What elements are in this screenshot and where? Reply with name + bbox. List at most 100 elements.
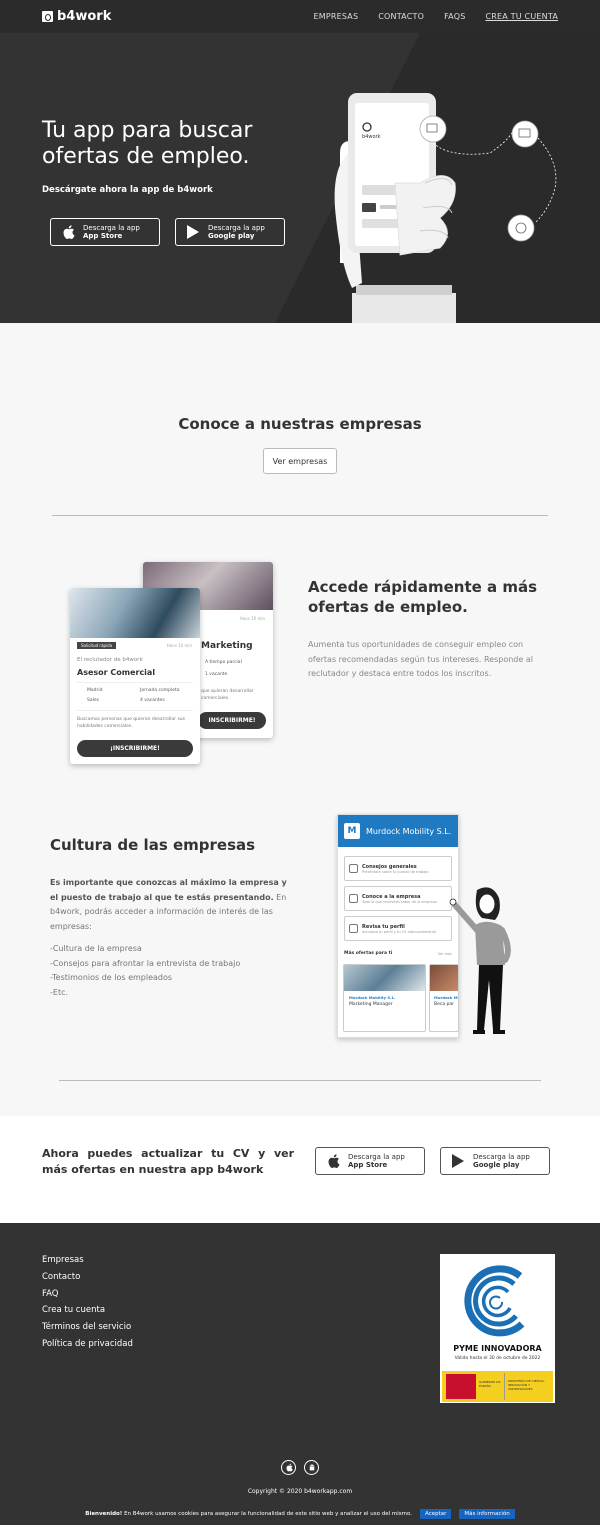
main-nav: EMPRESAS CONTACTO FAQS CREA TU CUENTA <box>313 12 558 21</box>
more-offers-label: Más ofertas para ti <box>344 951 393 956</box>
company-phone-mock: M Murdock Mobility S.L. Consejos general… <box>337 814 459 1038</box>
inscribirme-button[interactable]: ¡INSCRIBIRME! <box>77 740 193 757</box>
offer-job: Marketing Manager <box>349 1002 393 1007</box>
feature2-list-item: -Testimonios de los empleados <box>50 973 173 982</box>
nav-faqs[interactable]: FAQS <box>444 12 465 21</box>
feature2-list-item: -Consejos para afrontar la entrevista de… <box>50 958 241 968</box>
cookie-more-info-button[interactable]: Más información <box>459 1509 515 1519</box>
nav-contacto[interactable]: CONTACTO <box>378 12 424 21</box>
google-play-button[interactable]: Descarga la app Google play <box>175 218 285 246</box>
cookie-bold: Bienvenido! <box>85 1511 123 1517</box>
cookie-accept-button[interactable]: Aceptar <box>420 1509 452 1519</box>
divider <box>59 1080 541 1081</box>
cta-text: Ahora puedes actualizar tu CV y ver más … <box>42 1147 294 1176</box>
footer-link-faq[interactable]: FAQ <box>42 1289 133 1300</box>
app-store-button[interactable]: Descarga la app App Store <box>50 218 160 246</box>
job-card-desc: Buscamos personas que quieran desarrolla… <box>77 717 185 729</box>
pyme-logo-icon <box>464 1265 525 1337</box>
job-card-title: Asesor Comercial <box>77 668 156 677</box>
cookie-banner: Bienvenido! En B4work usamos cookies par… <box>0 1507 600 1521</box>
android-social-button[interactable] <box>304 1460 319 1475</box>
feature1-text: Aumenta tus oportunidades de conseguir e… <box>308 640 533 678</box>
badge-valid: Válido hasta el 30 de octubre de 2022 <box>454 1356 541 1361</box>
logo[interactable]: b4work <box>42 9 111 24</box>
cta-google-play-button[interactable]: Descarga la app Google play <box>440 1147 550 1175</box>
footer-link-crea-cuenta[interactable]: Crea tu cuenta <box>42 1305 133 1316</box>
apple-social-button[interactable] <box>281 1460 296 1475</box>
cookie-text: Bienvenido! En B4work usamos cookies par… <box>85 1511 412 1517</box>
job-card-recruiter: El reclutador de b4work <box>77 657 143 663</box>
government-banner: GOBIERNO DE ESPAÑA MINISTERIO DE CIENCIA… <box>442 1371 553 1402</box>
footer-link-terminos[interactable]: Términos del servicio <box>42 1322 133 1333</box>
offer-company: Murdock Mobility S.L. <box>349 995 396 1000</box>
nav-empresas[interactable]: EMPRESAS <box>313 12 358 21</box>
phone-menu-item-sub: Preséntate sobre tu puesto de trabajo <box>362 869 429 874</box>
app-store-line1: Descarga la app <box>83 223 140 232</box>
cta-app-store-line2: App Store <box>348 1160 388 1169</box>
feature2-text: Es importante que conozcas al máximo la … <box>50 876 295 1000</box>
ver-empresas-button[interactable]: Ver empresas <box>263 448 337 474</box>
cta-app-store-line1: Descarga la app <box>348 1152 405 1161</box>
phone-menu-item-sub: Actualiza tu perfil y tu CV adecuadament… <box>362 929 437 934</box>
job-card-desc: que quieran desarrollar comerciales. <box>201 689 254 701</box>
companies-title: Conoce a nuestras empresas <box>178 415 422 433</box>
hero-background: b4work <box>275 33 600 323</box>
feature2-title: Cultura de las empresas <box>50 836 256 854</box>
job-card-meta: Madrid <box>87 688 103 693</box>
phone-menu-item-sub: Todo lo que necesitas saber de la empres… <box>362 899 437 904</box>
cta-google-play-line1: Descarga la app <box>473 1152 530 1161</box>
job-card-title: Marketing <box>201 641 253 651</box>
cta-google-play-line2: Google play <box>473 1160 520 1169</box>
job-card-meta: A tiempo parcial <box>205 660 242 665</box>
svg-text:b4work: b4work <box>362 134 381 140</box>
nav-crea-tu-cuenta[interactable]: CREA TU CUENTA <box>485 12 558 21</box>
woman-pointing-illustration <box>449 887 511 1034</box>
logo-icon <box>42 11 53 22</box>
feature2-list-item: -Cultura de la empresa <box>50 944 142 953</box>
job-card-meta: 4 vacantes <box>140 698 165 703</box>
copyright: Copyright © 2020 b4workapp.com <box>247 1488 353 1495</box>
tips-icon <box>349 864 358 873</box>
hero-subtitle: Descárgate ahora la app de b4work <box>42 185 213 195</box>
feature2-text-bold: Es importante que conozcas al máximo la … <box>50 878 287 902</box>
gov-right-text: MINISTERIO DE CIENCIA, INNOVACIÓN Y UNIV… <box>508 1379 545 1391</box>
phone-header: M Murdock Mobility S.L. <box>338 815 458 847</box>
footer-link-contacto[interactable]: Contacto <box>42 1272 133 1283</box>
apple-icon <box>285 1463 293 1472</box>
gov-left-text: GOBIERNO DE ESPAÑA <box>479 1380 501 1388</box>
divider <box>77 710 193 711</box>
cta-app-store-button[interactable]: Descarga la app App Store <box>315 1147 425 1175</box>
phone-menu-item[interactable]: Revisa tu perfil Actualiza tu perfil y tu… <box>344 916 452 941</box>
top-navbar: b4work EMPRESAS CONTACTO FAQS CREA TU CU… <box>0 0 600 33</box>
divider <box>52 515 548 516</box>
inscribirme-button[interactable]: INSCRIBIRME! <box>198 712 266 729</box>
google-play-icon <box>452 1154 464 1168</box>
profile-icon <box>349 924 358 933</box>
phone-menu-item[interactable]: Consejos generales Preséntate sobre tu pu… <box>344 856 452 881</box>
spain-flag-icon <box>446 1374 476 1399</box>
job-card-meta: Sales <box>87 698 99 703</box>
footer-link-privacidad[interactable]: Política de privacidad <box>42 1339 133 1350</box>
google-play-line1: Descarga la app <box>208 223 265 232</box>
feature2-list-item: -Etc. <box>50 987 69 997</box>
offer-card[interactable]: Murdock Mobility S.L. Marketing Manager <box>343 964 426 1032</box>
job-card-image <box>70 588 200 638</box>
footer-links: Empresas Contacto FAQ Crea tu cuenta Tér… <box>42 1255 133 1350</box>
feature1-title: Accede rápidamente a más ofertas de empl… <box>308 578 538 616</box>
divider <box>77 682 193 683</box>
footer-link-empresas[interactable]: Empresas <box>42 1255 133 1266</box>
company-logo-icon: M <box>344 823 360 839</box>
pyme-innovadora-badge: PYME INNOVADORA Válido hasta el 30 de oc… <box>440 1254 555 1403</box>
apple-icon <box>328 1154 340 1168</box>
quick-apply-tag: Solicitud rápida <box>77 642 117 649</box>
job-card-front: Solicitud rápida Hace 10 min El reclutad… <box>70 588 200 764</box>
job-card-time: Hace 10 min <box>239 616 265 621</box>
job-card-meta: 1 vacante <box>205 672 228 677</box>
logo-text: b4work <box>57 9 112 24</box>
phone-menu-item[interactable]: Conoce a la empresa Todo lo que necesitas… <box>344 886 452 911</box>
company-name: Murdock Mobility S.L. <box>366 826 452 836</box>
job-card-meta: Jornada completa <box>140 688 180 693</box>
google-play-icon <box>187 225 199 239</box>
android-icon <box>309 1464 314 1471</box>
hero-title: Tu app para buscar ofertas de empleo. <box>42 118 253 169</box>
